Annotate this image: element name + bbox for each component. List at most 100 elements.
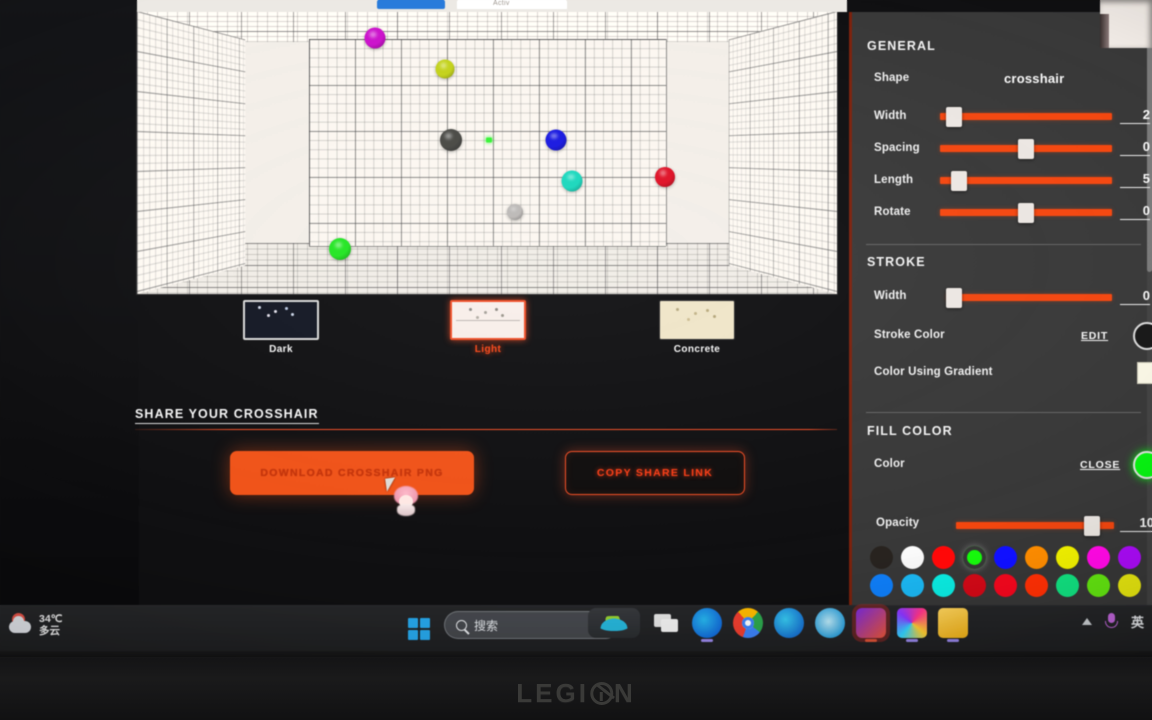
spacing-slider[interactable] [940,139,1112,159]
microphone-icon[interactable] [1104,613,1118,630]
length-value[interactable]: 5 [1120,171,1150,188]
legion-brand-text: LEGI [516,678,589,708]
opacity-value[interactable]: 10 [1120,515,1152,532]
paint-running-indicator [906,639,918,642]
red-sphere[interactable] [654,166,675,187]
theme-label-light: Light [474,344,502,355]
chevron-up-icon[interactable] [1081,618,1092,625]
yellow-green-sphere[interactable] [435,59,455,79]
app-left-gutter [0,0,139,605]
theme-thumbnail-concrete[interactable] [659,300,735,340]
length-slider-knob[interactable] [950,171,967,191]
dark-grey-sphere[interactable] [439,128,462,151]
start-button[interactable] [408,618,430,640]
swatch-azure[interactable] [870,574,893,597]
edge-beta-icon[interactable] [692,608,722,642]
swatch-sky-blue[interactable] [901,574,924,597]
opacity-slider[interactable] [956,516,1114,536]
browser-tab-active[interactable] [377,0,445,9]
photos-running-indicator [865,639,877,642]
divider-general-stroke [866,244,1141,245]
photos-icon[interactable] [856,608,886,642]
ime-language-indicator[interactable]: 英 [1131,612,1144,631]
edge-icon[interactable] [774,608,804,638]
width-slider-knob[interactable] [945,107,962,127]
swatch-dark-red[interactable] [963,574,986,597]
swatch-yellow[interactable] [1056,546,1079,569]
swatch-purple[interactable] [1118,546,1141,569]
rotate-slider[interactable] [940,203,1112,223]
swatch-magenta[interactable] [1087,546,1110,569]
fill-color-label: Color [874,458,905,470]
weather-widget[interactable]: 34℃ 多云 [8,612,62,638]
room-back-wall [308,39,666,246]
widget-island-icon[interactable] [588,608,640,638]
legion-brand-logo: LEGI N [516,678,635,709]
length-slider[interactable] [940,171,1112,191]
download-crosshair-png-button[interactable]: DOWNLOAD CROSSHAIR PNG [230,451,474,495]
file-explorer-running-indicator [947,639,959,642]
steam-icon[interactable] [815,608,845,638]
copy-share-link-button[interactable]: COPY SHARE LINK [565,451,745,495]
width-value[interactable]: 2 [1120,107,1150,124]
stroke-width-value[interactable]: 0 [1120,288,1150,305]
theme-preset-light[interactable]: Light [450,300,526,355]
search-placeholder: 搜索 [474,618,499,633]
weather-temperature: 34℃ [39,613,63,625]
swatch-blue[interactable] [994,546,1017,569]
cyan-sphere[interactable] [561,170,583,192]
swatch-red[interactable] [932,546,955,569]
swatch-light-yellow[interactable] [1118,574,1141,597]
weather-cloud-sun-icon [8,612,34,638]
stroke-color-swatch[interactable] [1133,322,1152,350]
chrome-icon[interactable] [733,608,763,638]
browser-chrome-sliver: Activ [137,0,847,12]
stroke-width-slider-knob[interactable] [945,288,962,308]
rotate-value[interactable]: 0 [1120,203,1150,220]
weather-description: 多云 [39,625,60,637]
swatch-orange[interactable] [1025,546,1048,569]
task-view-icon[interactable] [651,608,681,638]
legion-brand-text-tail: N [613,678,636,708]
light-grey-sphere[interactable] [507,203,523,220]
theme-preset-dark[interactable]: Dark [243,300,319,355]
gradient-checkbox[interactable] [1137,362,1152,384]
spacing-slider-knob[interactable] [1018,139,1034,159]
width-slider[interactable] [940,107,1112,127]
crosshair-preview[interactable] [137,11,837,294]
blue-sphere[interactable] [545,129,567,151]
task-view-window-front [661,619,678,632]
paint-icon[interactable] [897,608,927,642]
theme-preset-concrete[interactable]: Concrete [659,300,735,355]
gradient-label: Color Using Gradient [874,366,993,378]
theme-thumbnail-dark[interactable] [243,300,319,340]
stroke-color-edit-link[interactable]: EDIT [1081,330,1108,342]
swatch-white[interactable] [901,546,924,569]
swatch-green-yellow[interactable] [1087,574,1110,597]
fill-color-swatch[interactable] [1133,451,1152,479]
swatch-crimson[interactable] [994,574,1017,597]
theme-thumbnail-light[interactable] [450,300,526,340]
magenta-sphere[interactable] [364,27,386,49]
share-divider [135,429,837,430]
swatch-spring-green[interactable] [1056,574,1079,597]
stroke-width-slider[interactable] [945,288,1112,308]
rotate-slider-knob[interactable] [1018,203,1034,223]
spacing-value[interactable]: 0 [1120,139,1150,156]
opacity-slider-knob[interactable] [1083,516,1100,536]
browser-tab-inactive[interactable] [457,0,567,9]
swatch-black[interactable] [870,546,893,569]
grid-room [137,11,837,294]
swatch-green[interactable] [963,546,986,569]
section-title-fill-color: FILL COLOR [867,424,953,438]
width-label: Width [874,110,907,122]
swatch-cyan[interactable] [932,574,955,597]
settings-panel: GENERAL Shape crosshair Width 2 Spacing 0 Le… [849,12,1152,605]
laptop-screen: Activ DarkLightConcrete SHARE YOUR CRO [0,0,1152,657]
green-sphere[interactable] [329,237,351,260]
swatch-orange-red[interactable] [1025,574,1048,597]
file-explorer-icon[interactable] [938,608,968,642]
shape-value[interactable]: crosshair [1004,71,1064,86]
fill-color-swatch-grid [870,546,1152,602]
fill-color-close-link[interactable]: CLOSE [1080,459,1120,471]
